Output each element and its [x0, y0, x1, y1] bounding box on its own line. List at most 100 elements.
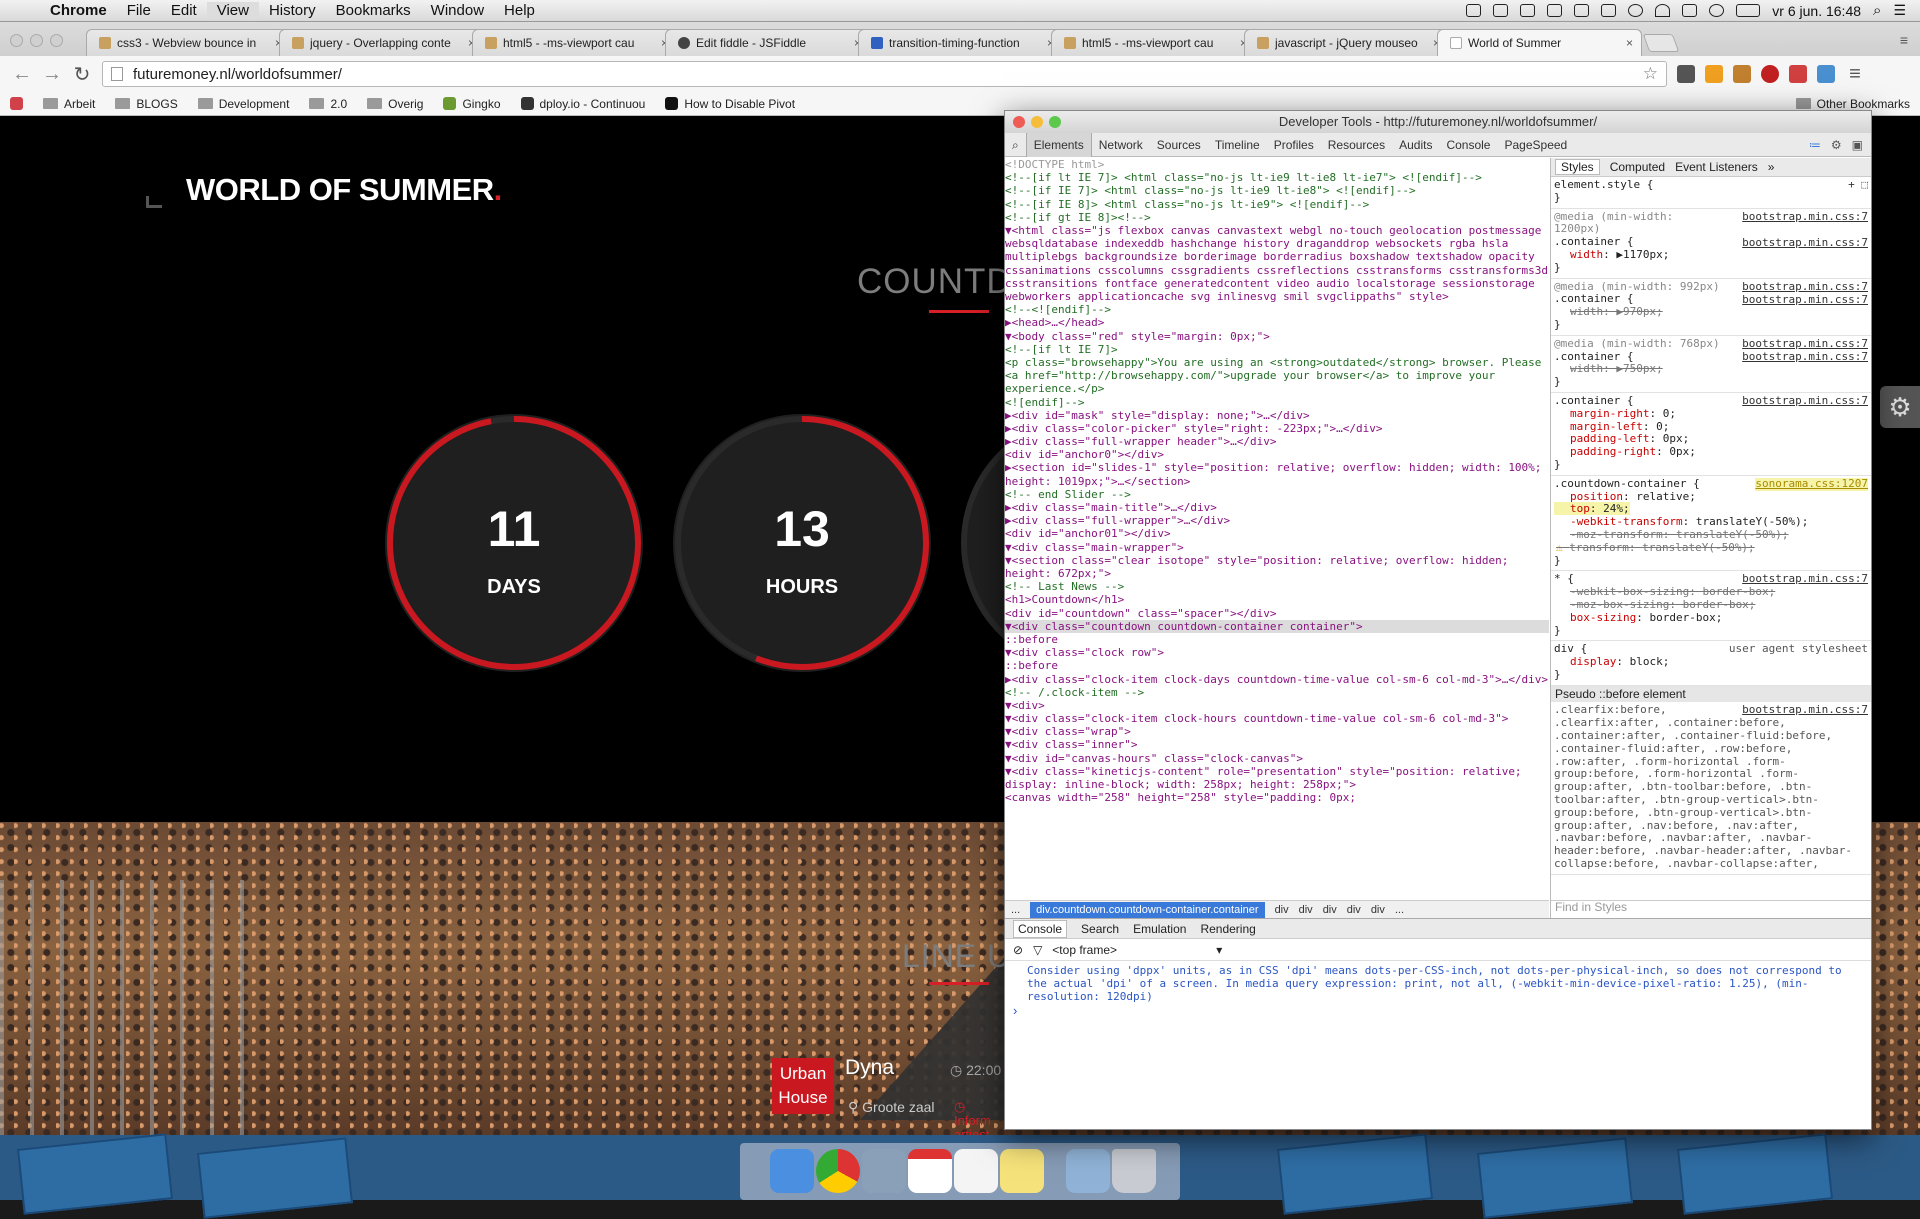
dom-node[interactable]: <canvas width="258" height="258" style="…: [1005, 791, 1549, 804]
breadcrumb-item[interactable]: div: [1371, 904, 1385, 916]
dom-node-selected[interactable]: ▼<div class="countdown countdown-contain…: [1005, 619, 1549, 633]
dom-node[interactable]: ▶<div class="full-wrapper">…</div>: [1005, 514, 1549, 527]
dom-node[interactable]: <!--[if lt IE 7]> <html class="no-js lt-…: [1005, 171, 1549, 184]
dom-node[interactable]: <!DOCTYPE html>: [1005, 158, 1549, 171]
close-window-button[interactable]: [10, 34, 23, 47]
browser-tab-active[interactable]: World of Summer ×: [1437, 29, 1642, 56]
cloud-icon[interactable]: [1466, 4, 1482, 17]
evernote-icon[interactable]: [1520, 4, 1536, 17]
tab-network[interactable]: Network: [1092, 133, 1150, 157]
style-rule[interactable]: @media (min-width: 768px) bootstrap.min.c…: [1551, 336, 1871, 393]
bookmark-folder[interactable]: BLOGS: [115, 97, 178, 111]
dom-node[interactable]: ▼<html class="js flexbox canvas canvaste…: [1005, 224, 1549, 303]
bookmark-folder[interactable]: Development: [197, 97, 289, 111]
bookmark-link[interactable]: dploy.io - Continuou: [520, 97, 645, 111]
drawer-tab-emulation[interactable]: Emulation: [1133, 922, 1186, 936]
chrome-menu-icon[interactable]: ≡: [1845, 63, 1865, 86]
trash-icon[interactable]: [1112, 1149, 1156, 1193]
tab-computed[interactable]: Computed: [1610, 160, 1665, 174]
adblock-extension-icon[interactable]: [1761, 65, 1779, 83]
devtools-minimize-button[interactable]: [1031, 116, 1043, 128]
dom-node[interactable]: ▼<div class="clock row">: [1005, 646, 1549, 659]
clear-console-icon[interactable]: ⊘: [1013, 943, 1023, 957]
new-tab-button[interactable]: [1642, 34, 1680, 52]
spotlight-icon[interactable]: ⌕: [1873, 2, 1881, 19]
dom-node[interactable]: <!--<![endif]-->: [1005, 303, 1549, 316]
address-bar[interactable]: futuremoney.nl/worldofsummer/ ☆: [102, 61, 1667, 87]
tab-elements[interactable]: Elements: [1025, 132, 1092, 157]
drive-icon[interactable]: [1547, 4, 1563, 17]
artist-name[interactable]: Dyna: [845, 1056, 894, 1080]
dom-node[interactable]: ▼<section class="clear isotope" style="p…: [1005, 554, 1549, 580]
finder-icon[interactable]: [770, 1149, 814, 1193]
dom-node[interactable]: ▶<div class="color-picker" style="right:…: [1005, 422, 1549, 435]
address-url[interactable]: futuremoney.nl/worldofsummer/: [133, 66, 342, 83]
dom-node[interactable]: <div id="anchor0"></div>: [1005, 448, 1549, 461]
notification-center-icon[interactable]: ☰: [1893, 2, 1906, 19]
menu-help[interactable]: Help: [494, 2, 545, 19]
tab-audits[interactable]: Audits: [1392, 133, 1439, 157]
dom-node[interactable]: ▼<div class="inner">: [1005, 738, 1549, 751]
browser-tab[interactable]: transition-timing-function×: [858, 29, 1063, 56]
bookmark-star-icon[interactable]: ☆: [1643, 64, 1658, 84]
dom-node[interactable]: ▼<div id="canvas-hours" class="clock-can…: [1005, 752, 1549, 765]
add-rule-icon[interactable]: + ⬚: [1848, 178, 1868, 192]
dom-node[interactable]: <![endif]-->: [1005, 396, 1549, 409]
dom-node[interactable]: <!--[if IE 7]> <html class="no-js lt-ie9…: [1005, 184, 1549, 197]
dom-node[interactable]: <!-- end Slider -->: [1005, 488, 1549, 501]
forward-icon[interactable]: →: [42, 63, 62, 86]
dom-node[interactable]: ▶<section id="slides-1" style="position:…: [1005, 461, 1549, 487]
bookmark-pocket[interactable]: [10, 97, 23, 110]
drawer-tab-rendering[interactable]: Rendering: [1200, 922, 1255, 936]
dock-side-icon[interactable]: ▣: [1852, 138, 1863, 152]
breadcrumb-item[interactable]: div: [1299, 904, 1313, 916]
breadcrumb-item[interactable]: div: [1275, 904, 1289, 916]
dom-node[interactable]: ▼<div class="clock-item clock-hours coun…: [1005, 712, 1549, 725]
browser-tab[interactable]: Edit fiddle - JSFiddle×: [665, 29, 870, 56]
dom-node[interactable]: <!--[if lt IE 7]>: [1005, 343, 1549, 356]
battery-monitor-icon[interactable]: [1574, 4, 1590, 17]
inspect-icon[interactable]: ⌕: [1005, 133, 1026, 157]
style-rule[interactable]: .countdown-container {sonorama.css:1207 p…: [1551, 476, 1871, 572]
dom-node[interactable]: ▼<body class="red" style="margin: 0px;">: [1005, 330, 1549, 343]
extension-icon[interactable]: [1705, 65, 1723, 83]
menu-view[interactable]: View: [206, 2, 259, 19]
menu-window[interactable]: Window: [421, 2, 494, 19]
stickies-icon[interactable]: [1000, 1149, 1044, 1193]
menubar-clock[interactable]: vr 6 jun. 16:48: [1772, 3, 1861, 19]
chrome-icon[interactable]: [816, 1149, 860, 1193]
new-extension-icon[interactable]: [1733, 65, 1751, 83]
browser-tab[interactable]: jquery - Overlapping conte×: [279, 29, 484, 56]
pocket-extension-icon[interactable]: [1677, 65, 1695, 83]
dom-node[interactable]: ::before: [1005, 633, 1549, 646]
site-logo[interactable]: WORLD OF SUMMER.: [186, 172, 502, 208]
dom-node[interactable]: ▼<div class="main-wrapper">: [1005, 541, 1549, 554]
dom-tree[interactable]: <!DOCTYPE html> <!--[if lt IE 7]> <html c…: [1005, 158, 1549, 900]
tab-event-listeners[interactable]: Event Listeners: [1675, 160, 1758, 174]
tab-sources[interactable]: Sources: [1150, 133, 1208, 157]
display-icon[interactable]: [1601, 4, 1617, 17]
screen-extension-icon[interactable]: [1817, 65, 1835, 83]
filter-icon[interactable]: ▽: [1033, 943, 1042, 957]
dom-node[interactable]: ▼<div class="wrap">: [1005, 725, 1549, 738]
tab-resources[interactable]: Resources: [1321, 133, 1392, 157]
settings-gear-icon[interactable]: ⚙: [1880, 386, 1920, 428]
dom-node[interactable]: <!-- Last News -->: [1005, 580, 1549, 593]
style-rule[interactable]: * {bootstrap.min.css:7 -webkit-box-sizing…: [1551, 571, 1871, 642]
volume-icon[interactable]: [1682, 4, 1698, 17]
dom-node[interactable]: <!--[if gt IE 8]><!-->: [1005, 211, 1549, 224]
console-prompt[interactable]: ›: [1005, 1003, 1871, 1018]
tab-console[interactable]: Console: [1439, 133, 1497, 157]
browser-tab[interactable]: javascript - jQuery mouseo×: [1244, 29, 1449, 56]
menu-file[interactable]: File: [117, 2, 161, 19]
bookmark-link[interactable]: Gingko: [443, 97, 501, 111]
dom-node[interactable]: <div id="countdown" class="spacer"></div…: [1005, 607, 1549, 620]
downloads-folder-icon[interactable]: [1066, 1149, 1110, 1193]
battery-icon[interactable]: [1736, 4, 1761, 17]
menu-history[interactable]: History: [259, 2, 326, 19]
bookmark-folder[interactable]: 2.0: [309, 97, 347, 111]
style-rule[interactable]: .clearfix:before, bootstrap.min.css:7 .cle…: [1551, 702, 1871, 875]
style-rule[interactable]: @media (min-width: 1200px) bootstrap.min.c…: [1551, 209, 1871, 279]
time-machine-icon[interactable]: [1709, 4, 1725, 17]
find-in-styles[interactable]: Find in Styles: [1551, 900, 1871, 918]
